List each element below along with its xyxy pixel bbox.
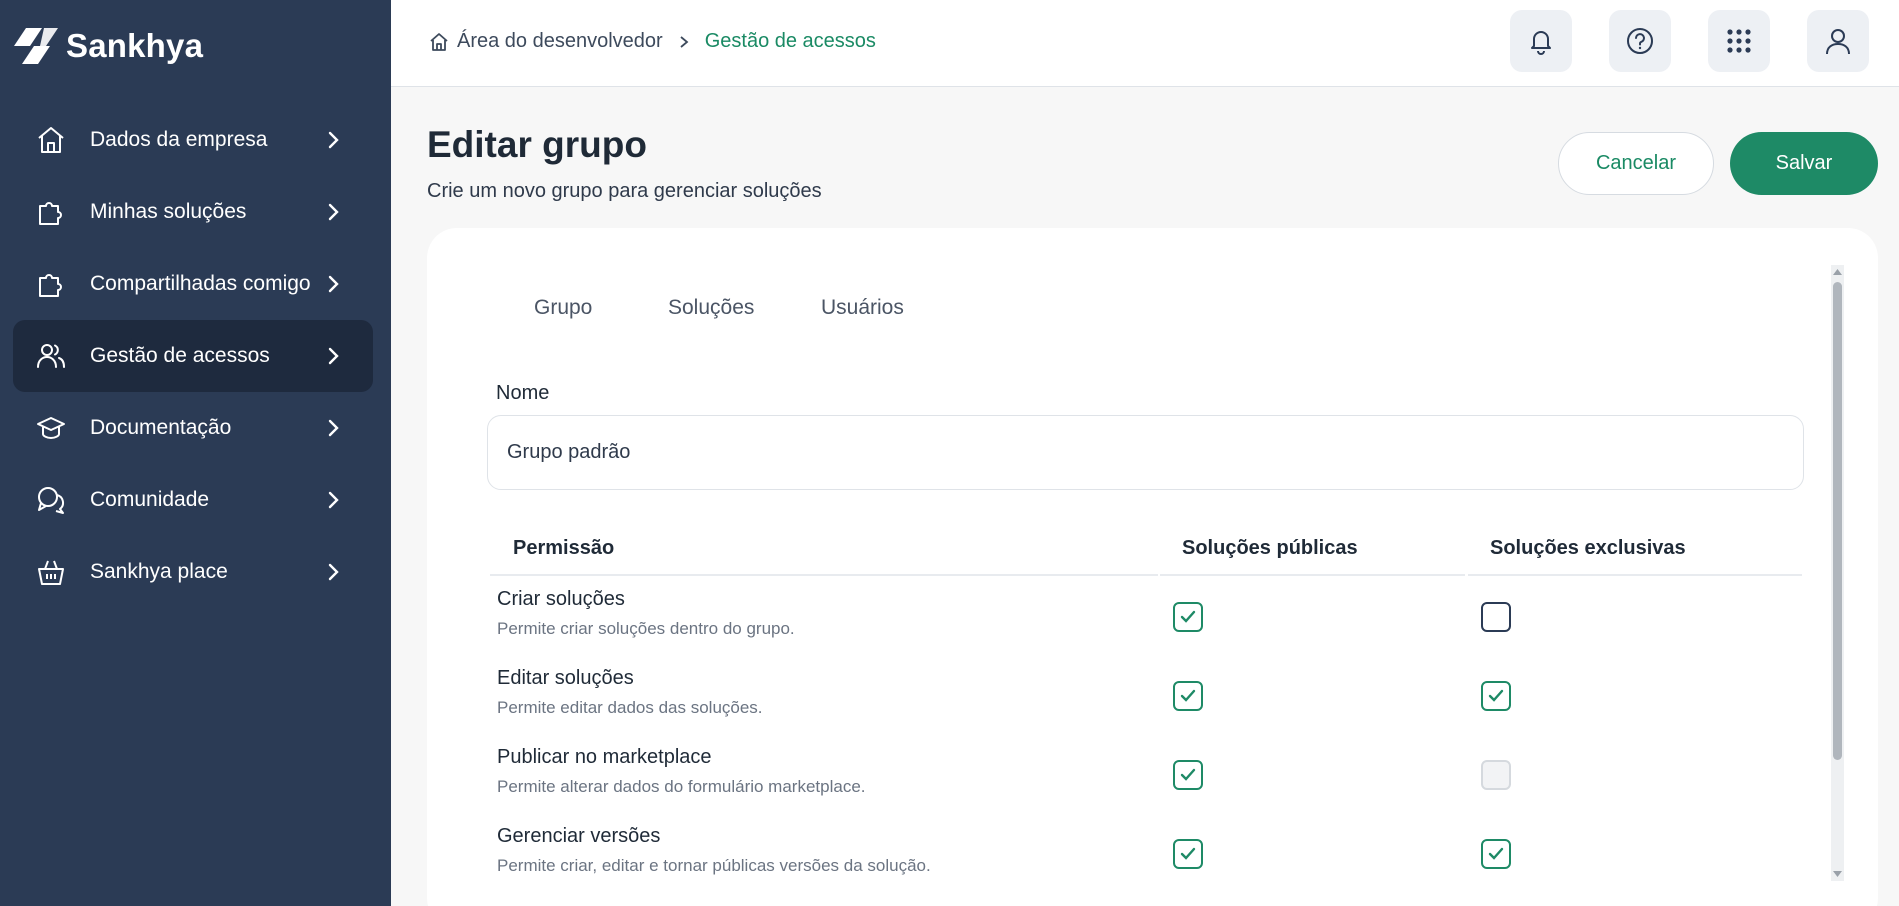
header-divider (490, 574, 1158, 576)
name-input[interactable]: Grupo padrão (487, 415, 1804, 490)
sidebar-item-label: Dados da empresa (90, 128, 268, 151)
tab-grupo[interactable]: Grupo (534, 296, 592, 320)
breadcrumb-current: Gestão de acessos (704, 30, 876, 52)
sidebar-item-documentacao[interactable]: Documentação (13, 392, 373, 464)
sidebar-item-label: Minhas soluções (90, 200, 247, 223)
chevron-right-icon (321, 347, 345, 365)
check-icon (1488, 689, 1504, 702)
apps-grid-icon (1727, 29, 1751, 53)
puzzle-icon (35, 268, 67, 300)
save-button[interactable]: Salvar (1730, 132, 1878, 195)
sidebar-item-label: Gestão de acessos (90, 344, 270, 367)
sidebar-nav: Dados da empresa Minhas soluções Compart… (13, 104, 373, 608)
apps-button[interactable] (1708, 10, 1770, 72)
permission-title: Gerenciar versões (497, 825, 661, 847)
permission-description: Permite criar, editar e tornar públicas … (497, 856, 931, 875)
chevron-right-icon (679, 35, 689, 49)
exclusive-checkbox-publicar-no-marketplace (1481, 760, 1511, 790)
sidebar-item-comunidade[interactable]: Comunidade (13, 464, 373, 536)
check-icon (1180, 689, 1196, 702)
exclusive-checkbox-gerenciar-versoes[interactable] (1481, 839, 1511, 869)
user-profile-button[interactable] (1807, 10, 1869, 72)
user-icon (1826, 29, 1850, 55)
check-icon (1488, 847, 1504, 860)
home-icon (430, 32, 448, 51)
name-label: Nome (496, 382, 550, 404)
sidebar-item-gestao-de-acessos[interactable]: Gestão de acessos (13, 320, 373, 392)
sankhya-logo[interactable]: Sankhya (12, 24, 203, 68)
sidebar-item-dados-da-empresa[interactable]: Dados da empresa (13, 104, 373, 176)
permission-title: Editar soluções (497, 667, 634, 689)
users-icon (35, 340, 67, 372)
scroll-up-arrow-icon[interactable] (1831, 266, 1844, 278)
column-header-permissao: Permissão (513, 537, 615, 559)
tab-solucoes[interactable]: Soluções (668, 296, 754, 320)
column-header-solucoes-exclusivas: Soluções exclusivas (1490, 537, 1686, 559)
permission-title: Criar soluções (497, 588, 625, 610)
page-title: Editar grupo (427, 124, 647, 165)
sankhya-logo-icon (14, 28, 58, 64)
public-checkbox-criar-solucoes[interactable] (1173, 602, 1203, 632)
basket-icon (35, 556, 67, 588)
notifications-button[interactable] (1510, 10, 1572, 72)
logo-text: Sankhya (66, 27, 204, 64)
cancel-button[interactable]: Cancelar (1558, 132, 1714, 195)
sidebar: Sankhya Dados da empresa Minhas soluções… (0, 0, 391, 906)
sidebar-item-label: Sankhya place (90, 560, 228, 583)
header-divider (1468, 574, 1802, 576)
help-icon (1627, 28, 1653, 54)
tab-usuarios[interactable]: Usuários (821, 296, 904, 320)
puzzle-icon (35, 196, 67, 228)
topbar: Área do desenvolvedor Gestão de acessos (391, 0, 1899, 87)
breadcrumb: Área do desenvolvedor Gestão de acessos (429, 30, 876, 53)
public-checkbox-publicar-no-marketplace[interactable] (1173, 760, 1203, 790)
chevron-right-icon (321, 203, 345, 221)
exclusive-checkbox-editar-solucoes[interactable] (1481, 681, 1511, 711)
chevron-right-icon (321, 563, 345, 581)
bell-icon (1531, 31, 1551, 55)
edit-group-card (427, 228, 1878, 906)
permission-description: Permite criar soluções dentro do grupo. (497, 619, 795, 638)
breadcrumb-home-label: Área do desenvolvedor (457, 30, 663, 52)
scrollbar-thumb[interactable] (1833, 282, 1842, 760)
check-icon (1180, 610, 1196, 623)
sidebar-item-label: Documentação (90, 416, 232, 439)
scroll-down-arrow-icon[interactable] (1831, 868, 1844, 880)
sidebar-item-label: Comunidade (90, 488, 210, 511)
help-button[interactable] (1609, 10, 1671, 72)
chevron-right-icon (321, 419, 345, 437)
chevron-right-icon (321, 275, 345, 293)
sidebar-item-compartilhadas-comigo[interactable]: Compartilhadas comigo (13, 248, 373, 320)
chevron-right-icon (321, 131, 345, 149)
column-header-solucoes-publicas: Soluções públicas (1182, 537, 1358, 559)
public-checkbox-editar-solucoes[interactable] (1173, 681, 1203, 711)
permission-description: Permite editar dados das soluções. (497, 698, 763, 717)
sidebar-item-minhas-solucoes[interactable]: Minhas soluções (13, 176, 373, 248)
chevron-right-icon (321, 491, 345, 509)
page-subtitle: Crie um novo grupo para gerenciar soluçõ… (427, 180, 822, 202)
public-checkbox-gerenciar-versoes[interactable] (1173, 839, 1203, 869)
chat-bubbles-icon (35, 484, 67, 516)
sidebar-item-label: Compartilhadas comigo (90, 272, 311, 295)
permission-description: Permite alterar dados do formulário mark… (497, 777, 866, 796)
check-icon (1180, 847, 1196, 860)
check-icon (1180, 768, 1196, 781)
permission-title: Publicar no marketplace (497, 746, 712, 768)
home-icon (35, 124, 67, 156)
sidebar-item-sankhya-place[interactable]: Sankhya place (13, 536, 373, 608)
exclusive-checkbox-criar-solucoes[interactable] (1481, 602, 1511, 632)
breadcrumb-home[interactable]: Área do desenvolvedor (429, 30, 663, 53)
header-divider (1160, 574, 1465, 576)
graduation-cap-icon (35, 412, 67, 444)
